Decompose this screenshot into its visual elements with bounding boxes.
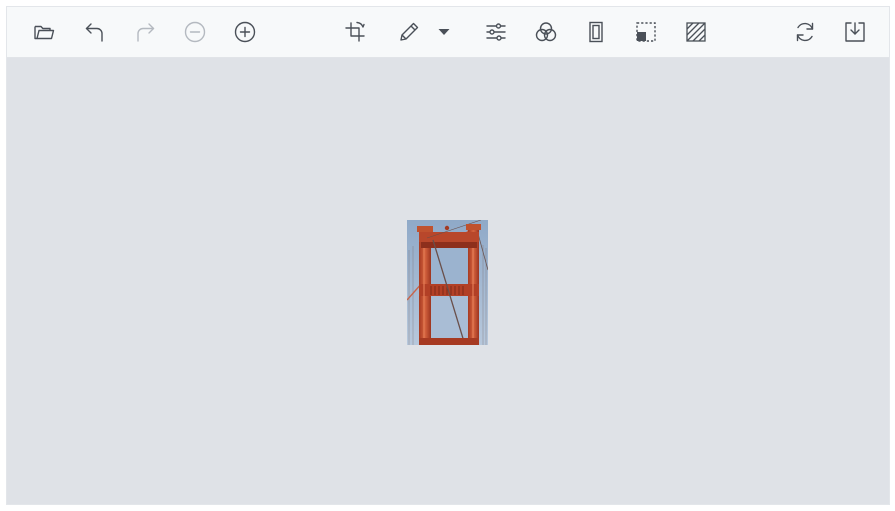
filter-sliders-icon [486,23,506,41]
crop-transform-button[interactable] [340,17,370,47]
zoom-out-button[interactable] [180,17,210,47]
frame-icon [589,21,603,43]
editor-toolbar [7,7,889,58]
redact-icon [686,22,706,42]
pencil-annotate-icon [400,22,419,41]
save-download-icon [845,22,865,42]
redo-button[interactable] [130,17,160,47]
open-folder-icon [34,25,55,40]
undo-icon [85,23,103,42]
redact-button[interactable] [681,17,711,47]
edited-image[interactable] [407,220,488,345]
resize-icon [636,22,656,42]
image-editor [6,6,890,505]
annotate-dropdown-button[interactable] [435,17,453,47]
save-button[interactable] [840,17,870,47]
crop-transform-icon [345,21,365,42]
frame-button[interactable] [581,17,611,47]
zoom-in-icon [234,21,256,43]
color-filter-button[interactable] [531,17,561,47]
redo-icon [137,23,155,42]
zoom-in-button[interactable] [230,17,260,47]
image-canvas[interactable] [7,58,889,504]
reset-button[interactable] [790,17,820,47]
annotate-button[interactable] [394,17,424,47]
reset-icon [796,22,814,42]
chevron-down-icon [438,29,450,35]
undo-button[interactable] [80,17,110,47]
adjust-button[interactable] [481,17,511,47]
zoom-out-icon [184,21,206,43]
resize-button[interactable] [631,17,661,47]
open-button[interactable] [29,17,59,47]
color-filter-icon [535,22,557,42]
bridge-tower-photo [407,220,488,345]
